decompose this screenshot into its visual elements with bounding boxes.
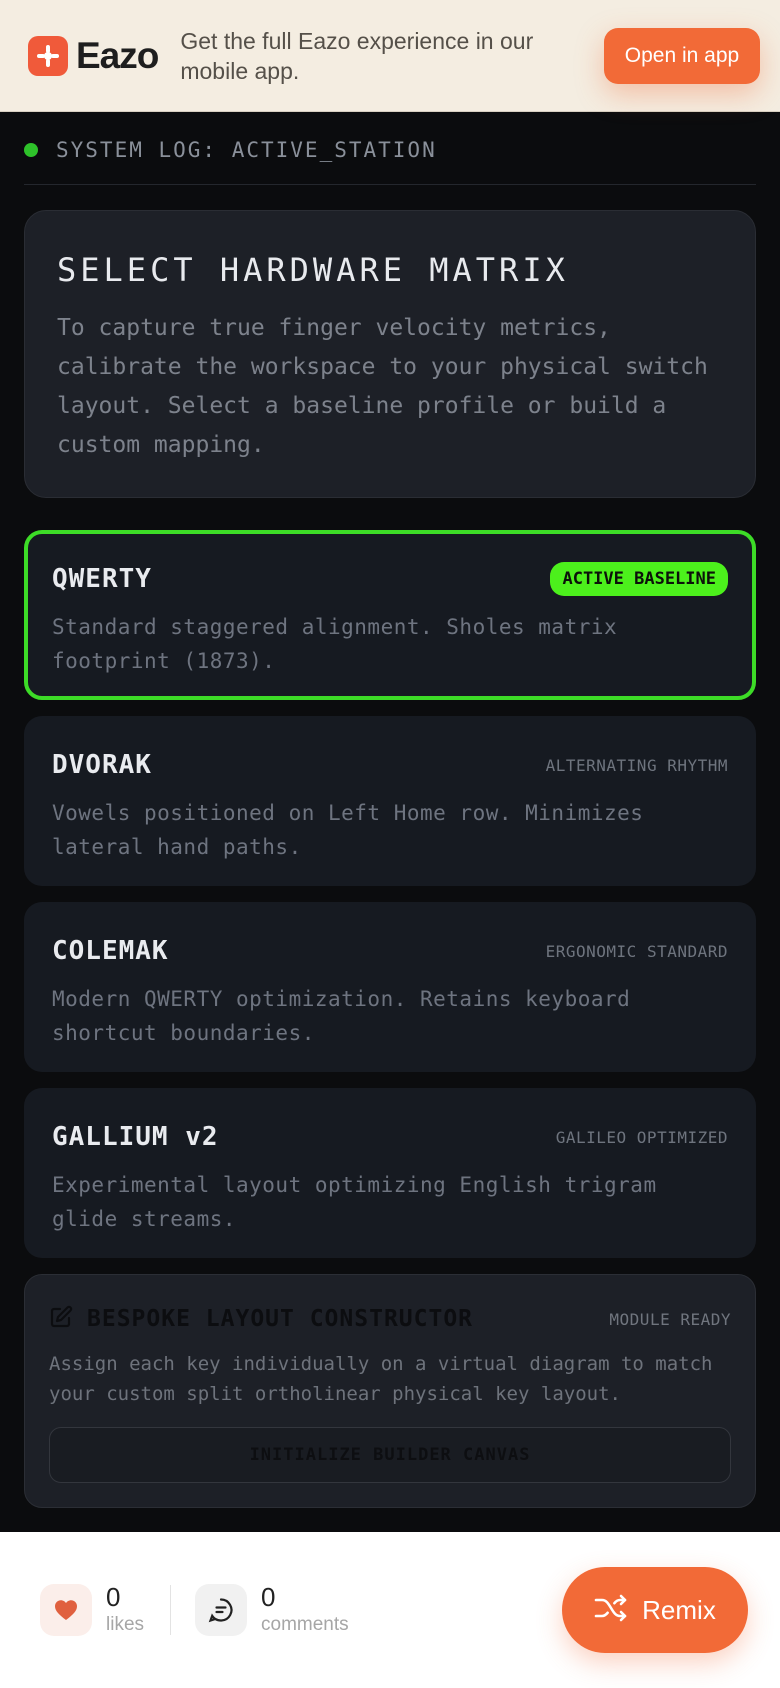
comment-icon[interactable] — [195, 1584, 248, 1636]
module-status: MODULE READY — [609, 1309, 731, 1329]
shuffle-icon — [594, 1593, 628, 1627]
layout-name: GALLIUM v2 — [52, 1122, 219, 1152]
comments-count: 0 — [261, 1582, 276, 1612]
comments-stat[interactable]: 0 comments — [195, 1582, 349, 1638]
initialize-builder-button[interactable]: INITIALIZE BUILDER CANVAS — [49, 1427, 731, 1483]
remix-button[interactable]: Remix — [562, 1567, 748, 1653]
layout-card-dvorak[interactable]: DVORAK ALTERNATING RHYTHM Vowels positio… — [24, 716, 756, 886]
intro-card: SELECT HARDWARE MATRIX To capture true f… — [24, 210, 756, 498]
layout-description: Experimental layout optimizing English t… — [52, 1173, 657, 1231]
layout-name: COLEMAK — [52, 936, 169, 966]
layout-card-qwerty[interactable]: QWERTY ACTIVE BASELINE Standard staggere… — [24, 530, 756, 700]
bespoke-title: BESPOKE LAYOUT CONSTRUCTOR — [87, 1306, 474, 1332]
eazo-logo-icon — [28, 35, 68, 76]
system-log-text: SYSTEM LOG: ACTIVE_STATION — [56, 138, 437, 162]
app-promo-banner: Eazo Get the full Eazo experience in our… — [0, 0, 780, 112]
layout-tag: ALTERNATING RHYTHM — [545, 755, 728, 775]
intro-description: To capture true finger velocity metrics,… — [57, 315, 708, 458]
bottom-action-bar: 0 likes 0 comments Remix — [0, 1532, 780, 1688]
likes-stat[interactable]: 0 likes — [40, 1582, 144, 1638]
banner-message: Get the full Eazo experience in our mobi… — [180, 27, 534, 84]
layout-name: DVORAK — [52, 750, 152, 780]
layout-card-gallium[interactable]: GALLIUM v2 GALILEO OPTIMIZED Experimenta… — [24, 1088, 756, 1258]
likes-count: 0 — [106, 1582, 121, 1612]
status-dot-icon — [24, 143, 38, 157]
remix-label: Remix — [642, 1594, 716, 1625]
layout-description: Modern QWERTY optimization. Retains keyb… — [52, 987, 631, 1045]
divider — [24, 184, 756, 185]
open-in-app-button[interactable]: Open in app — [604, 27, 760, 84]
layout-card-colemak[interactable]: COLEMAK ERGONOMIC STANDARD Modern QWERTY… — [24, 902, 756, 1072]
active-baseline-badge: ACTIVE BASELINE — [550, 562, 728, 596]
bespoke-constructor-card: BESPOKE LAYOUT CONSTRUCTOR MODULE READY … — [24, 1274, 756, 1508]
eazo-logo: Eazo — [28, 34, 159, 77]
heart-icon[interactable] — [40, 1584, 92, 1636]
bespoke-description: Assign each key individually on a virtua… — [49, 1353, 713, 1405]
system-log-header: SYSTEM LOG: ACTIVE_STATION — [24, 138, 437, 162]
layout-tag: ERGONOMIC STANDARD — [545, 941, 728, 961]
layout-tag: GALILEO OPTIMIZED — [555, 1127, 728, 1147]
comments-label: comments — [261, 1614, 349, 1635]
edit-icon — [49, 1305, 73, 1333]
layout-name: QWERTY — [52, 564, 152, 594]
stat-divider — [170, 1585, 172, 1635]
brand-name: Eazo — [76, 34, 159, 76]
likes-label: likes — [106, 1614, 145, 1635]
page-title: SELECT HARDWARE MATRIX — [57, 251, 569, 289]
layout-description: Vowels positioned on Left Home row. Mini… — [52, 801, 644, 859]
layout-description: Standard staggered alignment. Sholes mat… — [52, 615, 618, 673]
